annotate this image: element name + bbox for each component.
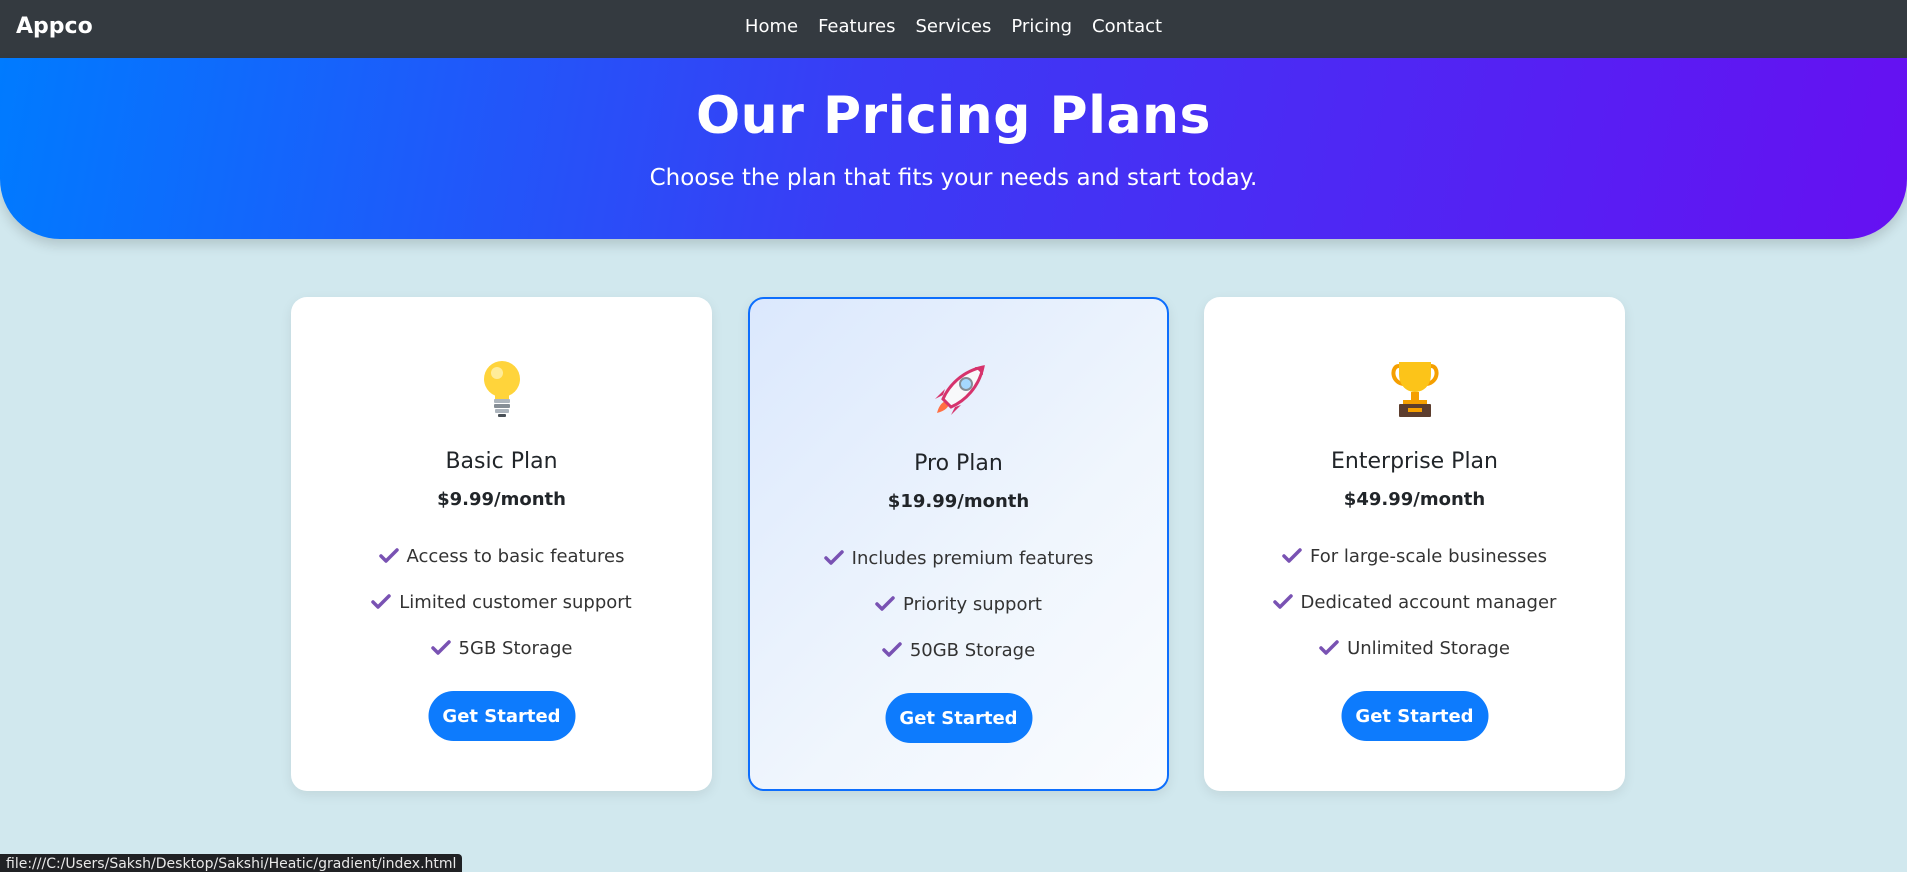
feature-text: Access to basic features — [406, 545, 625, 567]
plan-name: Enterprise Plan — [1331, 449, 1498, 474]
feature-item: Priority support — [750, 581, 1167, 627]
page-subtitle: Choose the plan that fits your needs and… — [649, 165, 1258, 191]
check-icon — [823, 550, 844, 566]
feature-item: Limited customer support — [291, 579, 712, 625]
hero-banner: Our Pricing Plans Choose the plan that f… — [0, 58, 1907, 239]
feature-text: Unlimited Storage — [1347, 637, 1510, 659]
feature-text: Dedicated account manager — [1300, 591, 1557, 613]
plan-price: $19.99/month — [887, 491, 1030, 512]
check-icon — [1272, 594, 1293, 610]
pricing-card-basic: Basic Plan $9.99/month Access to basic f… — [291, 297, 712, 791]
check-icon — [1319, 640, 1339, 656]
check-icon — [430, 640, 451, 656]
feature-list: Access to basic features Limited custome… — [291, 533, 712, 671]
get-started-button[interactable]: Get Started — [428, 691, 575, 741]
feature-item: 50GB Storage — [750, 627, 1167, 673]
check-icon — [378, 548, 399, 564]
pricing-card-pro: Pro Plan $19.99/month Includes premium f… — [748, 297, 1169, 791]
feature-item: Includes premium features — [750, 535, 1167, 581]
feature-text: Priority support — [903, 593, 1042, 615]
feature-text: 5GB Storage — [458, 637, 573, 659]
plan-name: Basic Plan — [445, 449, 558, 474]
plan-price: $49.99/month — [1343, 489, 1486, 510]
rocket-icon — [750, 361, 1167, 421]
check-icon — [882, 642, 902, 658]
lightbulb-icon — [291, 359, 712, 419]
feature-text: For large-scale businesses — [1310, 545, 1547, 567]
feature-item: Dedicated account manager — [1204, 579, 1625, 625]
feature-text: Includes premium features — [851, 547, 1094, 569]
pricing-card-enterprise: Enterprise Plan $49.99/month For large-s… — [1204, 297, 1625, 791]
feature-list: For large-scale businesses Dedicated acc… — [1204, 533, 1625, 671]
status-bar-url: file:///C:/Users/Saksh/Desktop/Sakshi/He… — [0, 854, 463, 872]
plan-name: Pro Plan — [914, 451, 1003, 476]
check-icon — [875, 596, 895, 612]
feature-item: Access to basic features — [291, 533, 712, 579]
feature-text: Limited customer support — [399, 591, 632, 613]
nav-link-pricing[interactable]: Pricing — [1011, 16, 1072, 37]
check-icon — [1282, 548, 1302, 564]
page-title: Our Pricing Plans — [695, 86, 1212, 146]
nav-links: Home Features Services Pricing Contact — [0, 0, 1907, 52]
feature-text: 50GB Storage — [909, 639, 1036, 661]
get-started-button[interactable]: Get Started — [885, 693, 1032, 743]
feature-item: For large-scale businesses — [1204, 533, 1625, 579]
nav-link-contact[interactable]: Contact — [1092, 16, 1162, 37]
check-icon — [371, 594, 392, 610]
trophy-icon — [1204, 359, 1625, 419]
nav-link-home[interactable]: Home — [745, 16, 798, 37]
feature-list: Includes premium features Priority suppo… — [750, 535, 1167, 673]
navbar: Appco Home Features Services Pricing Con… — [0, 0, 1907, 58]
feature-item: 5GB Storage — [291, 625, 712, 671]
nav-link-features[interactable]: Features — [818, 16, 895, 37]
plan-price: $9.99/month — [437, 489, 566, 510]
nav-link-services[interactable]: Services — [915, 16, 991, 37]
feature-item: Unlimited Storage — [1204, 625, 1625, 671]
get-started-button[interactable]: Get Started — [1341, 691, 1488, 741]
